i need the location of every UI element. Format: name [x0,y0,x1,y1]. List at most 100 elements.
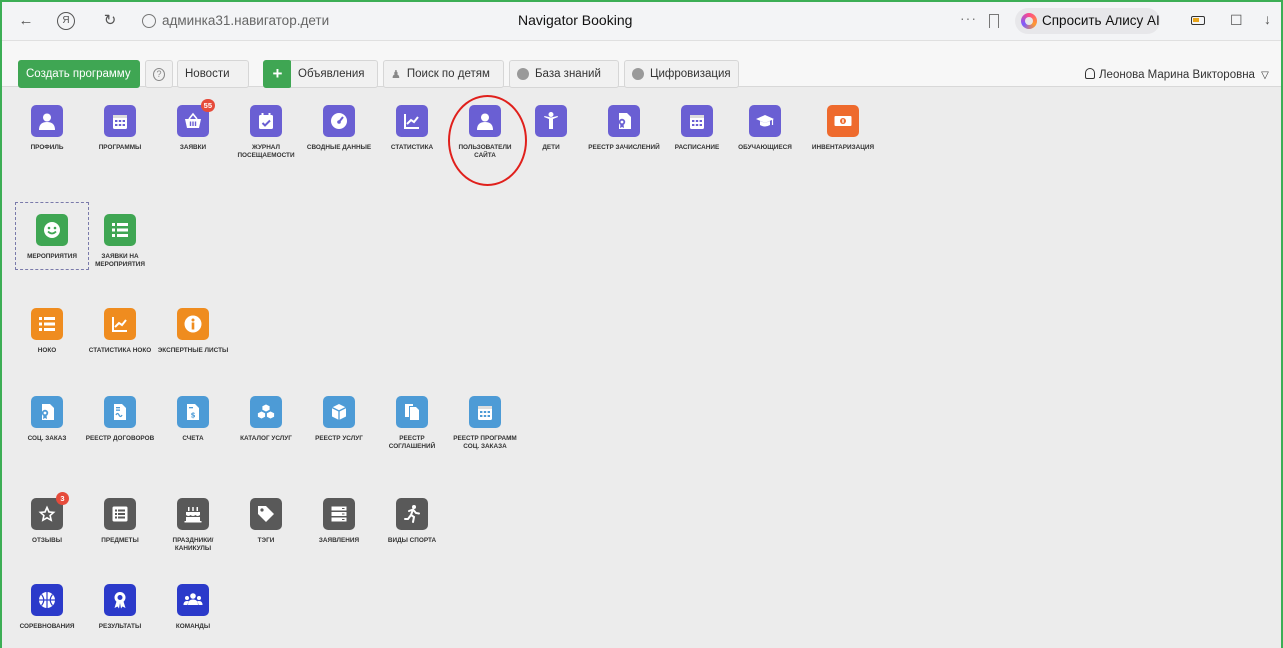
tile-label: ПРОФИЛЬ [30,144,64,151]
news-label: Новости [185,68,230,80]
award-icon [104,584,136,616]
tile-label: РЕЕСТР УСЛУГ [315,435,363,442]
tile-expert-sheets[interactable]: ЭКСПЕРТНЫЕ ЛИСТЫ [157,308,229,355]
tile-label: СЧЕТА [182,435,204,442]
tile-label: РЕЕСТР ПРОГРАММ СОЦ. ЗАКАЗА [453,435,517,450]
tile-subjects[interactable]: ПРЕДМЕТЫ [84,498,156,545]
browser-bar: ← Я ↻ админка31.навигатор.дети Navigator… [2,2,1281,41]
knowledge-base-icon [517,68,529,80]
tile-programs[interactable]: ПРОГРАММЫ [84,105,156,152]
tile-holidays[interactable]: ПРАЗДНИКИ/ КАНИКУЛЫ [157,498,229,553]
user-icon [1085,68,1095,79]
basket-icon: 55 [177,99,215,137]
knowledge-base-button[interactable]: База знаний [509,60,619,88]
announcements-button[interactable]: Объявления [291,60,378,88]
user-name: Леонова Марина Викторовна [1099,69,1255,81]
gauge-icon [323,105,355,137]
line-chart-icon [104,308,136,340]
tile-label: ЗАЯВКИ [179,144,207,151]
create-program-button[interactable]: Создать программу [18,60,140,88]
tile-students[interactable]: ОБУЧАЮЩИЕСЯ [729,105,801,152]
tile-schedule[interactable]: РАСПИСАНИЕ [661,105,733,152]
tile-teams[interactable]: КОМАНДЫ [157,584,229,631]
tile-applications[interactable]: ЗАЯВЛЕНИЯ [303,498,375,545]
tile-label: СВОДНЫЕ ДАННЫЕ [306,144,372,151]
tile-events[interactable]: МЕРОПРИЯТИЯ [15,202,89,270]
tile-services-registry[interactable]: РЕЕСТР УСЛУГ [303,396,375,443]
yandex-icon[interactable]: Я [57,12,75,30]
money-icon [827,105,859,137]
digitalization-button[interactable]: Цифровизация [624,60,739,88]
cube-icon [323,396,355,428]
star-icon: 3 [31,492,69,530]
tile-social-programs-registry[interactable]: РЕЕСТР ПРОГРАММ СОЦ. ЗАКАЗА [449,396,521,451]
digitalization-label: Цифровизация [650,68,731,80]
search-children-button[interactable]: ♟ Поиск по детям [383,60,504,88]
tile-summary[interactable]: СВОДНЫЕ ДАННЫЕ [303,105,375,152]
tile-tags[interactable]: ТЭГИ [230,498,302,545]
extension-icon[interactable]: ☐ [1230,12,1243,29]
site-info-icon[interactable] [142,14,156,28]
add-announcement-button[interactable]: + [263,60,292,88]
tile-label: ТЭГИ [257,537,275,544]
tile-profile[interactable]: ПРОФИЛЬ [11,105,83,152]
download-icon[interactable]: ↓ [1264,11,1271,27]
tile-agreements-registry[interactable]: РЕЕСТР СОГЛАШЕНИЙ [376,396,448,451]
tile-label: ИНВЕНТАРИЗАЦИЯ [811,144,875,151]
tile-noko[interactable]: НОКО [11,308,83,355]
window-frame: ← Я ↻ админка31.навигатор.дети Navigator… [0,0,1283,648]
tile-requests[interactable]: 55 ЗАЯВКИ [157,99,229,152]
create-program-label: Создать программу [26,68,131,80]
tile-noko-stats[interactable]: СТАТИСТИКА НОКО [84,308,156,355]
address-bar[interactable]: админка31.навигатор.дети [162,13,329,28]
alisa-icon [1021,13,1037,29]
line-chart-icon [396,105,428,137]
user-menu[interactable]: Леонова Марина Викторовна ▽ [1085,68,1269,81]
tile-label: ПРОГРАММЫ [98,144,142,151]
help-button[interactable]: ? [145,60,173,88]
tile-label: ЗАЯВКИ НА МЕРОПРИЯТИЯ [95,253,145,268]
invoice-icon: $ [177,396,209,428]
tile-label: ПРАЗДНИКИ/ КАНИКУЛЫ [172,537,214,552]
cake-icon [177,498,209,530]
news-button[interactable]: Новости [177,60,249,88]
calendar-icon [104,105,136,137]
tile-statistics[interactable]: СТАТИСТИКА [376,105,448,152]
tile-reviews[interactable]: 3 ОТЗЫВЫ [11,492,83,545]
reload-icon[interactable]: ↻ [102,13,118,29]
app-toolbar: Создать программу ? Новости + Объявления… [2,41,1281,88]
profile-icon [31,105,63,137]
chevron-down-icon: ▽ [1261,70,1269,81]
tile-competitions[interactable]: СОРЕВНОВАНИЯ [11,584,83,631]
tile-event-requests[interactable]: ЗАЯВКИ НА МЕРОПРИЯТИЯ [84,214,156,269]
tile-label: КОМАНДЫ [175,623,211,630]
tile-services-catalog[interactable]: КАТАЛОГ УСЛУГ [230,396,302,443]
tile-sports[interactable]: ВИДЫ СПОРТА [376,498,448,545]
tile-results[interactable]: РЕЗУЛЬТАТЫ [84,584,156,631]
more-icon[interactable]: ··· [960,10,977,26]
tile-label: СТАТИСТИКА НОКО [88,347,152,354]
tile-label: РАСПИСАНИЕ [674,144,720,151]
requests-count-badge: 55 [200,99,215,112]
ask-alisa-label: Спросить Алису AI [1042,13,1160,28]
cubes-icon [250,396,282,428]
info-icon [177,308,209,340]
tile-inventory[interactable]: ИНВЕНТАРИЗАЦИЯ [807,105,879,152]
running-icon [396,498,428,530]
tile-social-order[interactable]: СОЦ. ЗАКАЗ [11,396,83,443]
ask-alisa-button[interactable]: Спросить Алису AI [1015,8,1160,34]
group-icon [177,584,209,616]
tile-attendance[interactable]: ЖУРНАЛ ПОСЕЩАЕМОСТИ [230,105,302,160]
tile-label: НОКО [37,347,57,354]
tile-contracts-registry[interactable]: РЕЕСТР ДОГОВОРОВ [84,396,156,443]
tile-label: РЕЕСТР СОГЛАШЕНИЙ [388,435,436,450]
tile-label: ЖУРНАЛ ПОСЕЩАЕМОСТИ [237,144,295,159]
back-arrow-icon[interactable]: ← [18,13,34,29]
graduation-cap-icon [749,105,781,137]
search-children-label: Поиск по детям [406,68,490,80]
tile-enrollment-registry[interactable]: РЕЕСТР ЗАЧИСЛЕНИЙ [588,105,660,152]
calendar-check-icon [250,105,282,137]
tile-invoices[interactable]: $ СЧЕТА [157,396,229,443]
bookmark-icon[interactable] [989,14,999,28]
tile-label: ЗАЯВЛЕНИЯ [318,537,360,544]
